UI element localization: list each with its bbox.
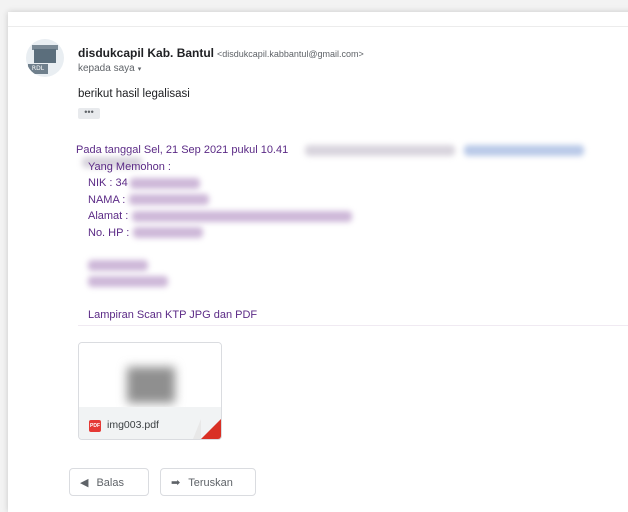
attachment-thumbnail bbox=[127, 367, 175, 403]
quote-intro-row: Pada tanggal Sel, 21 Sep 2021 pukul 10.4… bbox=[76, 144, 628, 168]
building-icon bbox=[34, 49, 56, 63]
quote-intro: Pada tanggal Sel, 21 Sep 2021 pukul 10.4… bbox=[76, 144, 289, 156]
sender-line: disdukcapil Kab. Bantul <disdukcapil.kabb… bbox=[78, 46, 364, 60]
page-fold-shadow bbox=[193, 419, 201, 439]
redacted-text bbox=[132, 210, 353, 222]
attachment-note: Lampiran Scan KTP JPG dan PDF bbox=[88, 308, 258, 321]
recipient-label: kepada saya bbox=[78, 63, 135, 74]
recipient-line[interactable]: kepada saya ▾ bbox=[78, 63, 141, 74]
sender-avatar[interactable]: RDL bbox=[26, 39, 64, 77]
page-fold-icon bbox=[201, 419, 221, 439]
email-card: RDL disdukcapil Kab. Bantul <disdukcapil.… bbox=[8, 12, 628, 512]
redacted-text bbox=[133, 227, 204, 239]
quoted-details: Yang Memohon : NIK : 34 NAMA : Alamat : … bbox=[88, 159, 353, 323]
nama-label: NAMA : bbox=[88, 193, 126, 206]
reply-button[interactable]: ◀ Balas bbox=[69, 468, 149, 496]
forward-button[interactable]: ➡ Teruskan bbox=[160, 468, 256, 496]
reply-label: Balas bbox=[96, 477, 124, 489]
divider bbox=[8, 26, 628, 27]
sender-name[interactable]: disdukcapil Kab. Bantul bbox=[78, 46, 214, 60]
forward-icon: ➡ bbox=[171, 477, 181, 489]
redacted-text bbox=[88, 276, 168, 288]
show-trimmed-content-button[interactable]: ••• bbox=[78, 108, 100, 119]
forward-label: Teruskan bbox=[188, 477, 233, 489]
redacted-text bbox=[129, 177, 200, 189]
divider bbox=[78, 325, 628, 326]
redacted-text bbox=[305, 144, 456, 156]
requester-label: Yang Memohon : bbox=[88, 161, 171, 173]
hp-label: No. HP : bbox=[88, 226, 130, 239]
message-body-text: berikut hasil legalisasi bbox=[78, 88, 190, 100]
reply-icon: ◀ bbox=[80, 477, 89, 489]
attachment-card[interactable]: PDF img003.pdf bbox=[78, 342, 222, 440]
pdf-icon: PDF bbox=[89, 420, 101, 432]
sender-email: <disdukcapil.kabbantul@gmail.com> bbox=[217, 49, 364, 59]
quoted-message: Pada tanggal Sel, 21 Sep 2021 pukul 10.4… bbox=[76, 144, 628, 168]
avatar-label: RDL bbox=[28, 64, 48, 74]
redacted-text bbox=[88, 259, 148, 271]
attachment-filename[interactable]: img003.pdf bbox=[107, 419, 159, 431]
nik-label: NIK : 34 bbox=[88, 177, 128, 190]
alamat-label: Alamat : bbox=[88, 210, 129, 223]
redacted-link bbox=[464, 144, 585, 156]
redacted-text bbox=[129, 194, 210, 206]
chevron-down-icon[interactable]: ▾ bbox=[138, 66, 142, 73]
